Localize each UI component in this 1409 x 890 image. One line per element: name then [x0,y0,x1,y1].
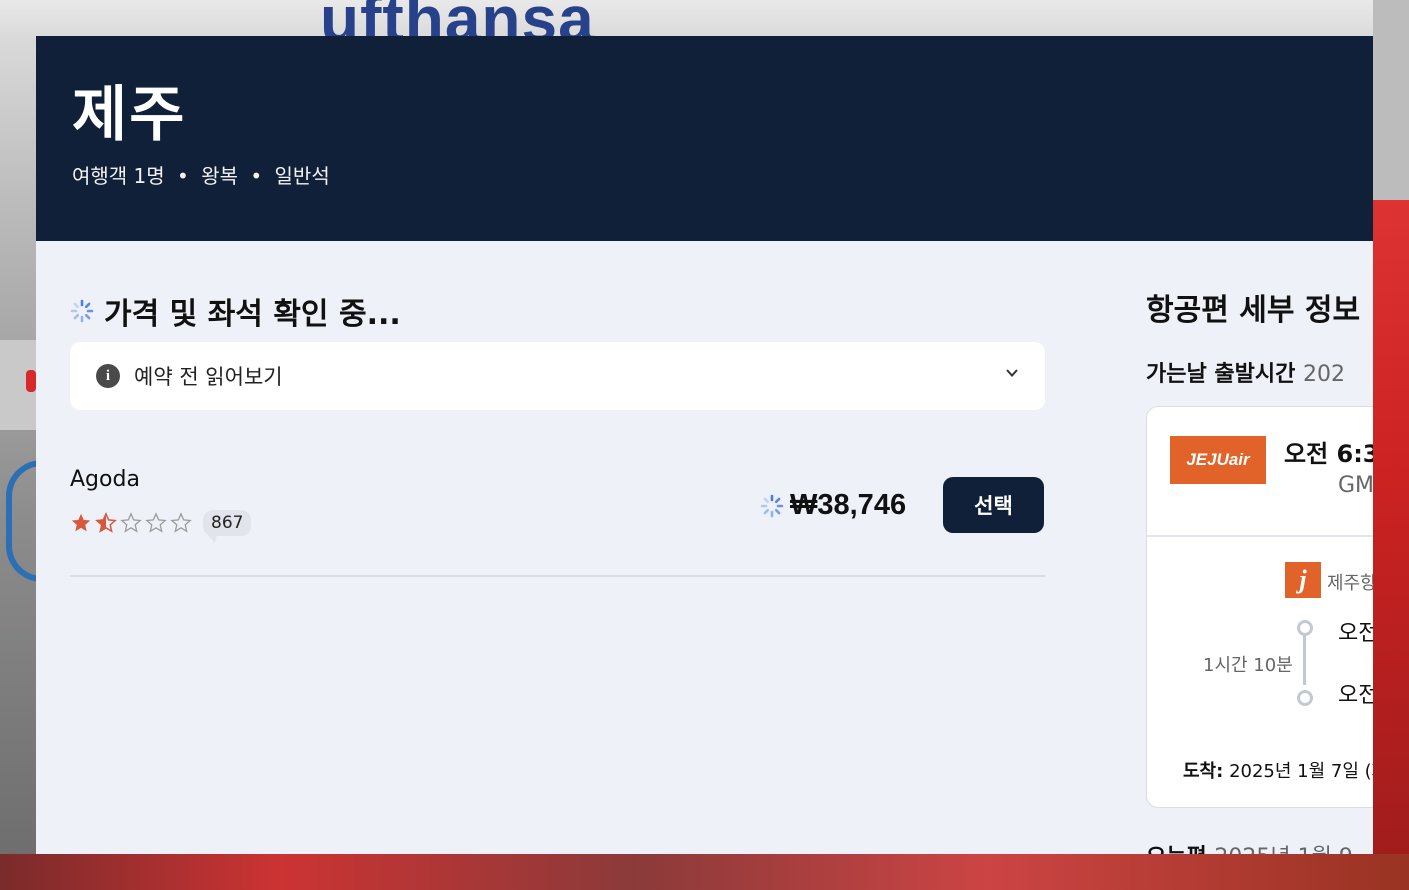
price-area: ₩38,746 [760,489,906,522]
outbound-date: 202 [1303,362,1346,387]
select-button[interactable]: 선택 [943,477,1044,533]
loading-spinner-icon [760,494,784,517]
star-icon [120,512,142,533]
loading-spinner-icon [70,299,94,323]
divider [1147,535,1373,537]
status-text: 가격 및 좌석 확인 중... [104,297,401,332]
separator: • [250,164,263,188]
timeline-line [1303,635,1306,685]
price: ₩38,746 [790,489,907,521]
booking-panel: 제주 여행객 1명 • 왕복 • 일반석 가격 및 좌석 확인 중... i 예… [36,36,1373,854]
separator: • [177,164,189,188]
review-count: 867 [203,510,252,543]
segment-arrival-time: 오전 [1338,683,1373,708]
provider-rating: 867 [70,510,252,543]
arrival-date: 2025년 1월 7일 (화 [1229,761,1373,782]
star-icon [170,512,192,533]
return-date: 2025년 1월 9 [1214,845,1352,854]
cabin-class: 일반석 [274,164,330,188]
trip-summary: 여행객 1명 • 왕복 • 일반석 [72,160,330,189]
star-icon [95,512,117,533]
departure-time: 오전 6:3 [1284,440,1373,468]
airline-logo: JEJUair [1170,436,1266,484]
provider-name: Agoda [70,467,140,492]
page-title: 제주 [72,80,187,150]
chevron-down-icon[interactable] [1005,366,1019,380]
outbound-label: 가는날 출발시간 202 [1146,362,1346,387]
notice-text: 예약 전 읽어보기 [134,365,283,389]
return-label: 오는편 2025년 1월 9 [1146,839,1353,854]
star-icon [71,513,91,532]
flight-card[interactable]: JEJUair 오전 6:3 GM j 제주항 1시간 10분 오전 오전 도착… [1146,406,1373,808]
segment-departure-time: 오전 [1338,621,1373,646]
travellers: 여행객 1명 [72,164,165,188]
loading-status: 가격 및 좌석 확인 중... [70,289,401,333]
segment-airline: 제주항 [1327,573,1373,594]
airline-small-logo: j [1285,562,1321,598]
arrival-info: 도착: 2025년 1월 7일 (화 [1183,757,1373,783]
provider-offer-row: Agoda 867 ₩38,746 선택 [70,465,1045,577]
timezone: GM [1338,473,1373,498]
flight-details-title: 항공편 세부 정보 [1146,293,1361,328]
info-icon: i [96,364,120,388]
star-icon [145,512,167,533]
flight-duration: 1시간 10분 [1203,655,1293,676]
arrival-label: 도착: [1183,761,1224,782]
booking-notice-accordion[interactable]: i 예약 전 읽어보기 [70,342,1045,410]
timeline-start-node [1297,620,1313,636]
trip-type: 왕복 [201,164,239,188]
header: 제주 여행객 1명 • 왕복 • 일반석 [36,36,1373,241]
timeline-end-node [1297,690,1313,706]
